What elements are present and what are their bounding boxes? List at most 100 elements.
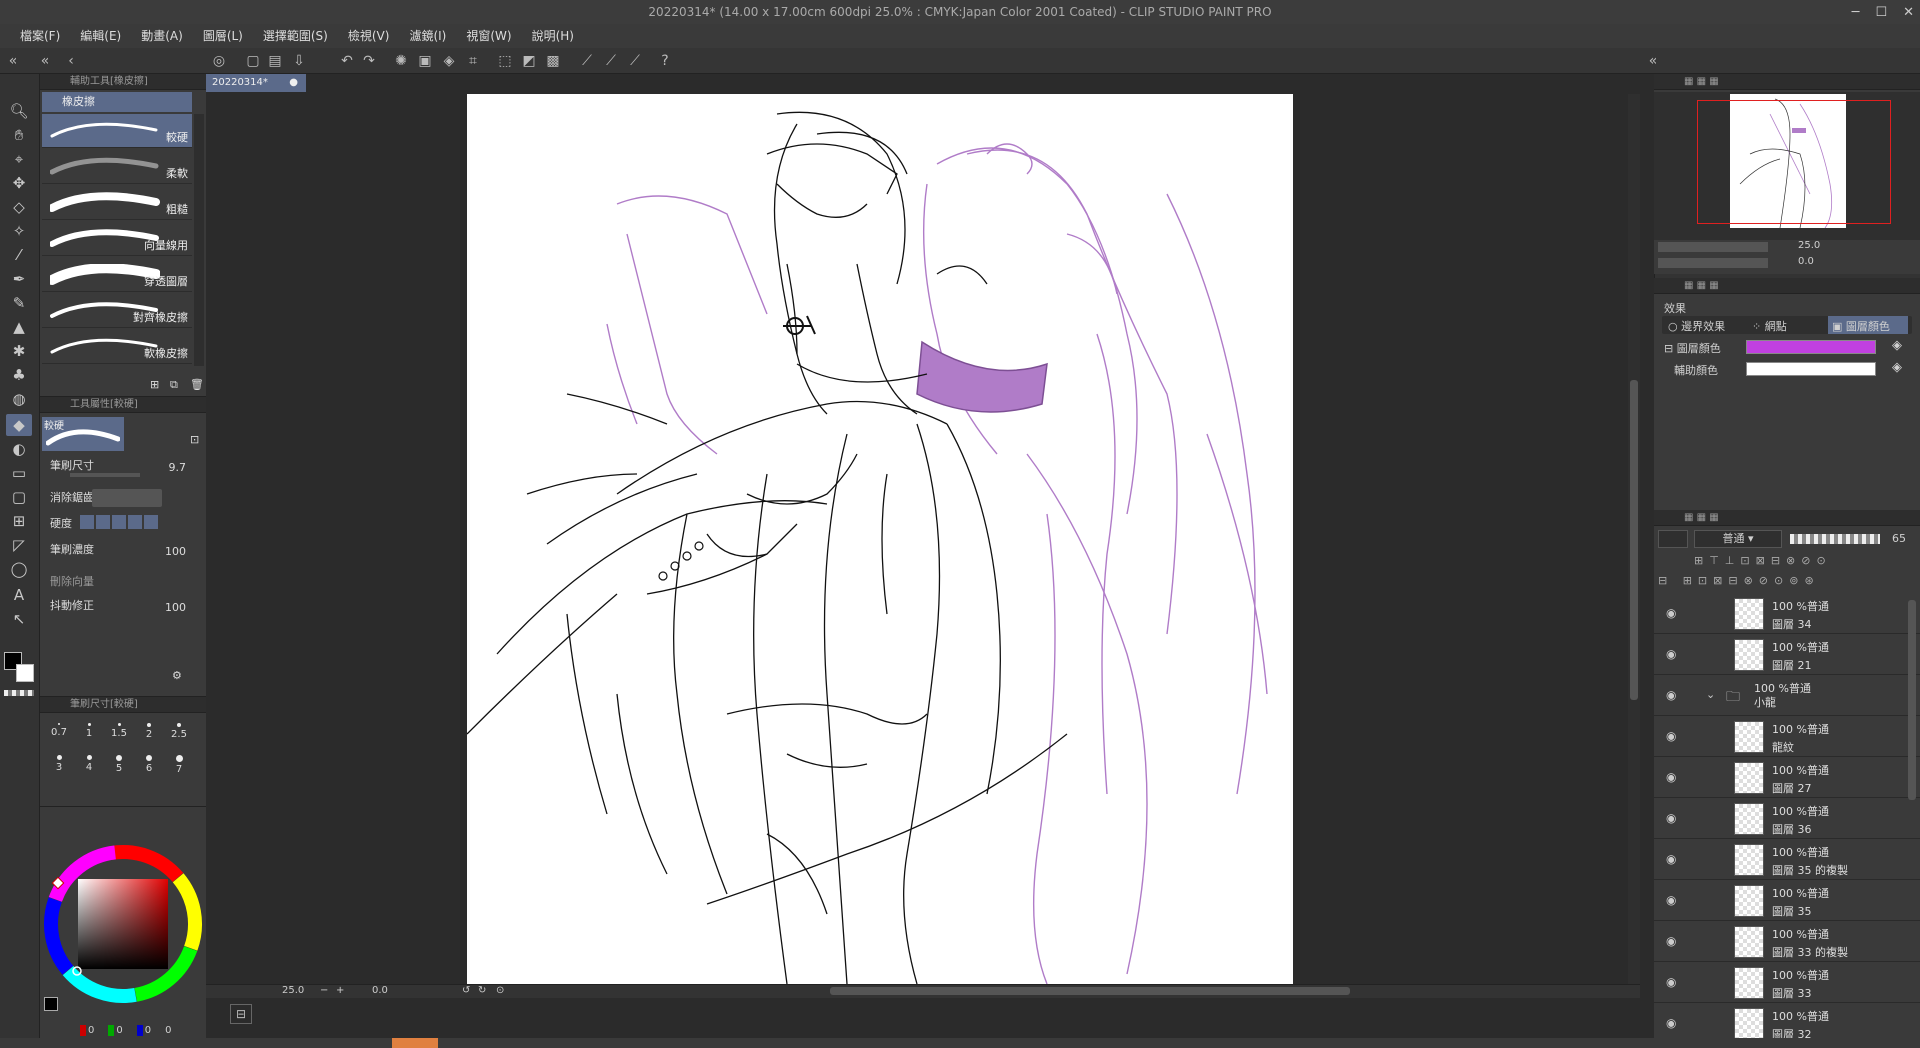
sub-color-swatch[interactable] — [16, 664, 34, 682]
zoom-in-icon[interactable]: + — [336, 985, 344, 996]
special-ruler-icon[interactable]: ⟋ — [602, 52, 620, 70]
density-value[interactable]: 100 — [165, 545, 186, 558]
stabilization-row[interactable]: 抖動修正 100 — [50, 597, 200, 623]
brush-size-row[interactable]: 筆刷尺寸 9.7 — [50, 457, 200, 483]
color-wheel[interactable] — [42, 843, 204, 1005]
subtool-item[interactable]: 軟橡皮擦 — [42, 330, 192, 364]
brush-size-preset[interactable]: 5 — [104, 751, 134, 779]
layer-row[interactable]: ◉ 100 %普通 圖層 34 — [1654, 594, 1920, 634]
subtool-item[interactable]: 柔軟 — [42, 150, 192, 184]
layer-row[interactable]: ◉ 100 %普通 圖層 36 — [1654, 799, 1920, 839]
undo-icon[interactable]: ↶ — [338, 52, 356, 70]
save-icon[interactable]: ⇩ — [290, 52, 308, 70]
navigator-angle-slider[interactable] — [1658, 258, 1768, 268]
antialias-row[interactable]: 消除鋸齒 — [50, 489, 200, 515]
loading-icon[interactable]: ✺ — [392, 52, 410, 70]
halftone-button[interactable]: ⁘ 網點 — [1752, 318, 1787, 334]
canvas-vertical-scroll-thumb[interactable] — [1630, 380, 1638, 700]
ruler-snap-icon[interactable]: ⟋ — [578, 52, 596, 70]
color-main-indicator[interactable] — [44, 997, 58, 1011]
menu-selection[interactable]: 選擇範圍(S) — [253, 24, 338, 48]
layer-tools-row-1[interactable]: ⊞⊤⊥⊡⊠⊟⊗⊘⊙ — [1694, 554, 1914, 570]
close-icon[interactable]: ✕ — [1903, 5, 1914, 20]
eye-icon[interactable]: ◉ — [1666, 606, 1676, 620]
lasso-select-icon[interactable]: ◯ — [6, 558, 32, 580]
opacity-value[interactable]: 65 — [1892, 532, 1906, 545]
help-icon[interactable]: ? — [656, 52, 674, 70]
wrench-icon[interactable]: ⚙ — [172, 669, 182, 682]
transparent-swatch[interactable] — [4, 690, 34, 696]
brush-size-preset[interactable]: 2 — [134, 719, 164, 747]
menu-layer[interactable]: 圖層(L) — [193, 24, 253, 48]
collapse-right-icon[interactable]: « — [1644, 52, 1662, 70]
brush-size-preset[interactable]: 0.7 — [44, 719, 74, 747]
pen-icon[interactable]: ✒ — [6, 268, 32, 290]
navigator-zoom-slider[interactable] — [1658, 242, 1768, 252]
reset-rotation-icon[interactable]: ⊙ — [496, 985, 504, 996]
layer-color-button[interactable]: ▣ 圖層顏色 — [1828, 316, 1908, 334]
brush-size-preset[interactable]: 7 — [164, 751, 194, 779]
menu-edit[interactable]: 編輯(E) — [70, 24, 131, 48]
brush-size-preset[interactable]: 3 — [44, 751, 74, 779]
minimize-icon[interactable]: ─ — [1852, 5, 1860, 20]
rotate-left-icon[interactable]: ↺ — [462, 985, 470, 996]
layer-row[interactable]: ◉ 100 %普通 龍紋 — [1654, 717, 1920, 757]
subtool-scrollbar[interactable] — [194, 114, 204, 366]
collapse-left-icon[interactable]: « — [4, 52, 22, 70]
zoom-out-icon[interactable]: − — [320, 985, 328, 996]
layer-row[interactable]: ◉ 100 %普通 圖層 33 的複製 — [1654, 922, 1920, 962]
vector-erase-row[interactable]: 刪除向量 — [50, 573, 200, 599]
layer-color-picker-icon[interactable]: ◈ — [1892, 338, 1902, 353]
layer-color-swatch[interactable] — [1746, 340, 1876, 354]
figure-icon[interactable]: ▭ — [6, 462, 32, 484]
eyedropper-icon[interactable]: ⁄ — [6, 244, 32, 266]
brush-size-preset[interactable]: 6 — [134, 751, 164, 779]
airbrush-icon[interactable]: ✱ — [6, 340, 32, 362]
subtool-copy-icon[interactable]: ⧉ — [170, 378, 178, 392]
menu-file[interactable]: 檔案(F) — [10, 24, 70, 48]
frame-icon[interactable]: ▢ — [6, 486, 32, 508]
hardness-row[interactable]: 硬度 — [50, 515, 200, 541]
selection-icon[interactable]: ▩ — [544, 52, 562, 70]
subtool-group-tab[interactable]: 橡皮擦 — [42, 92, 192, 112]
opacity-slider[interactable] — [1790, 534, 1880, 544]
navigator-zoom-value[interactable]: 25.0 — [1798, 240, 1820, 251]
brush-size-preset[interactable]: 4 — [74, 751, 104, 779]
layer-list-scroll-thumb[interactable] — [1908, 600, 1916, 800]
drawing-canvas[interactable] — [467, 94, 1293, 984]
transform-icon[interactable]: ⌗ — [464, 52, 482, 70]
eye-icon[interactable]: ◉ — [1666, 934, 1676, 948]
new-file-icon[interactable]: ▢ — [244, 52, 262, 70]
brush-size-preset[interactable]: 1 — [74, 719, 104, 747]
move-icon[interactable]: ✥ — [6, 172, 32, 194]
canvas-horizontal-scroll-thumb[interactable] — [830, 987, 1350, 995]
layer-row[interactable]: ◉ 100 %普通 圖層 35 — [1654, 881, 1920, 921]
blend-mode-select[interactable]: 普通 ▾ — [1694, 530, 1782, 548]
eye-icon[interactable]: ◉ — [1666, 975, 1676, 989]
menu-filter[interactable]: 濾鏡(I) — [399, 24, 456, 48]
lock-icon[interactable]: ⊡ — [190, 433, 199, 446]
auto-select-icon[interactable]: ✧ — [6, 220, 32, 242]
menu-animation[interactable]: 動畫(A) — [131, 24, 193, 48]
eraser-swatch-icon[interactable]: ◇ — [6, 196, 32, 218]
pencil-icon[interactable]: ✎ — [6, 292, 32, 314]
deselect-icon[interactable]: ⬚ — [496, 52, 514, 70]
brush-size-preset[interactable]: 2.5 — [164, 719, 194, 747]
clear-icon[interactable]: ▣ — [416, 52, 434, 70]
antialias-selector[interactable] — [92, 489, 162, 507]
brush-size-preset[interactable]: 1.5 — [104, 719, 134, 747]
eye-icon[interactable]: ◉ — [1666, 688, 1676, 702]
subtool-item[interactable]: 向量線用 — [42, 222, 192, 256]
eye-icon[interactable]: ◉ — [1666, 852, 1676, 866]
redo-icon[interactable]: ↷ — [360, 52, 378, 70]
decoration-icon[interactable]: ♣ — [6, 364, 32, 386]
layer-row[interactable]: ◉ ⌄ 🗀 100 %普通 小龍 — [1654, 676, 1920, 716]
hand-icon[interactable]: ✋︎ — [6, 124, 32, 146]
layer-row[interactable]: ◉ 100 %普通 圖層 21 — [1654, 635, 1920, 675]
subtool-delete-icon[interactable]: 🗑︎ — [190, 378, 204, 391]
tool-preset-preview[interactable]: 較硬 — [42, 417, 124, 451]
open-file-icon[interactable]: ▤ — [266, 52, 284, 70]
eye-icon[interactable]: ◉ — [1666, 647, 1676, 661]
maximize-icon[interactable]: ☐ — [1875, 5, 1887, 20]
layer-clip-toggle[interactable] — [1658, 530, 1688, 548]
